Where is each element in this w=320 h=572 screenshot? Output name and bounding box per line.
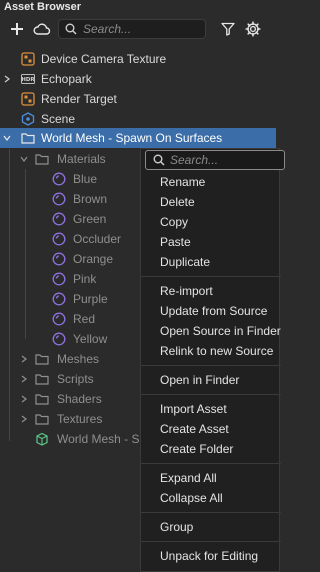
chevron-right-icon[interactable] <box>19 369 29 389</box>
filter-icon[interactable] <box>220 19 236 39</box>
material-label: Red <box>73 312 96 326</box>
material-icon <box>52 232 66 246</box>
material-label: Purple <box>73 292 108 306</box>
menu-item-create-folder[interactable]: Create Folder <box>160 441 233 457</box>
tree-item-label: Materials <box>57 152 106 166</box>
menu-item-open-in-finder[interactable]: Open in Finder <box>160 372 239 388</box>
tree-item-label: Echopark <box>41 72 92 86</box>
tree-item-label: Device Camera Texture <box>41 52 167 66</box>
gear-icon[interactable] <box>244 19 262 39</box>
prefab-icon <box>36 432 48 446</box>
menu-divider <box>141 541 281 542</box>
chevron-right-icon[interactable] <box>2 69 12 89</box>
folder-icon <box>21 133 35 144</box>
tree-item-label: Textures <box>57 412 103 426</box>
tree-item-label: Shaders <box>57 392 102 406</box>
panel-title: Asset Browser <box>4 1 82 13</box>
folder-icon <box>35 414 49 425</box>
material-icon <box>52 272 66 286</box>
search-input[interactable] <box>83 21 201 37</box>
search-field[interactable] <box>58 19 206 39</box>
menu-item-rename[interactable]: Rename <box>160 174 205 190</box>
menu-divider <box>141 365 281 366</box>
menu-item-group[interactable]: Group <box>160 519 193 535</box>
chevron-down-icon[interactable] <box>19 149 29 169</box>
tree-item-label: World Mesh - Sp <box>57 432 147 446</box>
tree-item-world-mesh[interactable]: World Mesh - Spawn On Surfaces <box>0 128 276 148</box>
tree-item-label: Scene <box>41 112 76 126</box>
search-icon <box>65 23 77 35</box>
menu-divider <box>141 276 281 277</box>
menu-item-collapse-all[interactable]: Collapse All <box>160 490 223 506</box>
material-label: Yellow <box>73 332 108 346</box>
menu-item-expand-all[interactable]: Expand All <box>160 470 217 486</box>
chevron-right-icon[interactable] <box>19 409 29 429</box>
material-icon <box>52 192 66 206</box>
tree-item-label: World Mesh - Spawn On Surfaces <box>41 131 223 145</box>
menu-item-duplicate[interactable]: Duplicate <box>160 254 210 270</box>
texture-icon <box>21 52 35 66</box>
folder-icon <box>35 374 49 385</box>
search-icon <box>153 154 165 166</box>
menu-divider <box>141 463 281 464</box>
material-label: Blue <box>73 172 98 186</box>
tree-item-label: Meshes <box>57 352 100 366</box>
tree-item-render-target[interactable]: Render Target <box>0 89 276 109</box>
scene-icon <box>21 112 35 126</box>
menu-item-update-from-source[interactable]: Update from Source <box>160 303 267 319</box>
svg-text:HDR: HDR <box>21 77 35 83</box>
tree-item-scene[interactable]: Scene <box>0 109 276 129</box>
folder-icon <box>35 394 49 405</box>
material-label: Orange <box>73 252 114 266</box>
chevron-right-icon[interactable] <box>19 389 29 409</box>
material-icon <box>52 292 66 306</box>
menu-item-copy[interactable]: Copy <box>160 214 188 230</box>
menu-item-relink-to-new-source[interactable]: Relink to new Source <box>160 343 273 359</box>
menu-item-import-asset[interactable]: Import Asset <box>160 401 227 417</box>
hdr-icon: HDR <box>21 74 35 84</box>
cloud-icon[interactable] <box>32 19 52 39</box>
chevron-right-icon[interactable] <box>19 349 29 369</box>
menu-item-paste[interactable]: Paste <box>160 234 191 250</box>
material-icon <box>52 212 66 226</box>
toolbar <box>0 16 276 44</box>
material-label: Occluder <box>73 232 122 246</box>
chevron-down-icon[interactable] <box>2 128 12 148</box>
menu-item-reimport[interactable]: Re-import <box>160 283 213 299</box>
tree-item-label: Render Target <box>41 92 117 106</box>
menu-divider <box>141 512 281 513</box>
material-icon <box>52 252 66 266</box>
context-menu: Rename Delete Copy Paste Duplicate Re-im… <box>140 148 285 572</box>
menu-item-create-asset[interactable]: Create Asset <box>160 421 229 437</box>
material-label: Brown <box>73 192 108 206</box>
folder-icon <box>35 154 49 165</box>
tree-item-label: Scripts <box>57 372 94 386</box>
menu-item-open-source-in-finder[interactable]: Open Source in Finder <box>160 323 281 339</box>
plus-icon[interactable] <box>8 19 26 39</box>
material-label: Pink <box>73 272 97 286</box>
tree-item-device-camera-texture[interactable]: Device Camera Texture <box>0 49 276 69</box>
tree-item-echopark[interactable]: HDR Echopark <box>0 69 276 89</box>
menu-item-unpack-for-editing[interactable]: Unpack for Editing <box>160 548 258 564</box>
material-icon <box>52 312 66 326</box>
material-icon <box>52 332 66 346</box>
context-menu-search-input[interactable] <box>170 152 276 168</box>
texture-icon <box>21 92 35 106</box>
menu-divider <box>141 394 281 395</box>
folder-icon <box>35 354 49 365</box>
material-icon <box>52 172 66 186</box>
menu-item-delete[interactable]: Delete <box>160 194 195 210</box>
context-menu-search[interactable] <box>145 150 285 170</box>
material-label: Green <box>73 212 107 226</box>
